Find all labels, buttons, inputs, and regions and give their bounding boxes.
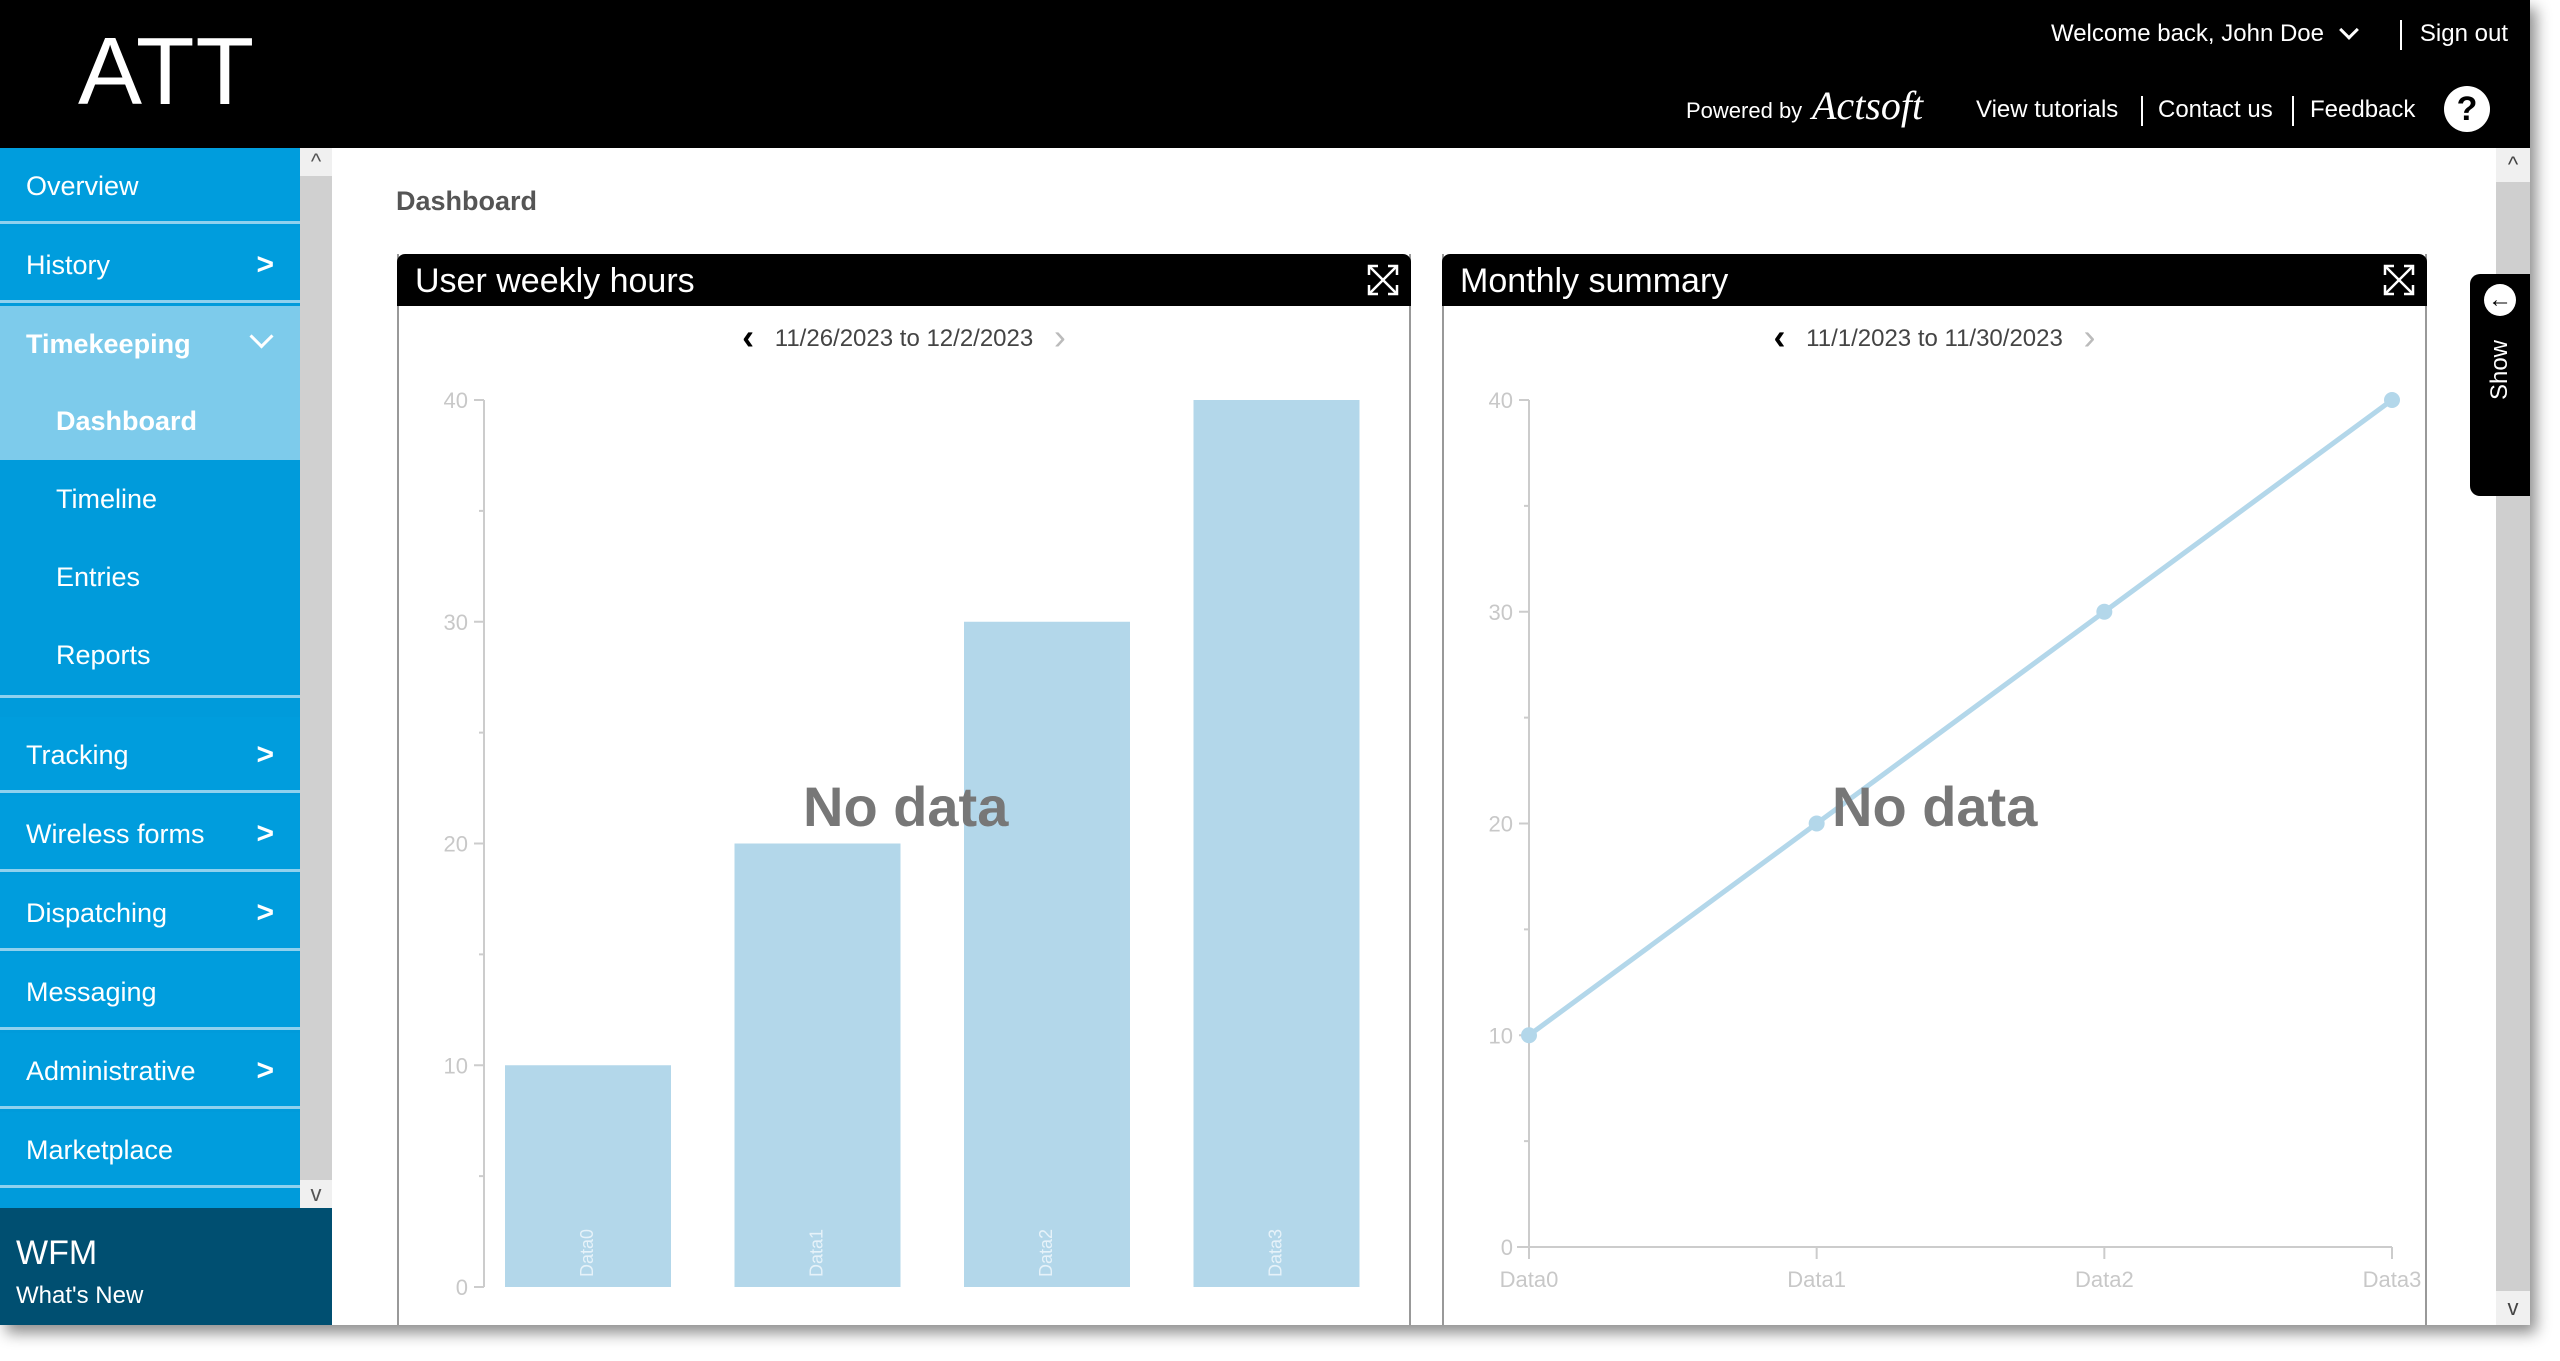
y-tick-label: 20: [1489, 812, 1513, 837]
y-tick-label: 40: [1489, 388, 1513, 413]
sidebar-subitem-entries[interactable]: Entries: [0, 538, 300, 616]
wfm-title: WFM: [16, 1234, 98, 1272]
actsoft-logo: Actsoft: [1812, 83, 1924, 128]
scroll-up-button[interactable]: ^: [300, 148, 332, 176]
y-tick-label: 30: [1489, 600, 1513, 625]
arrow-left-icon: ←: [2484, 284, 2516, 316]
top-bar: ATT Welcome back, John Doe Sign out Powe…: [0, 0, 2530, 148]
chevron-right-icon: >: [256, 738, 274, 771]
sidebar-item-label: Tracking: [26, 740, 129, 770]
y-tick-label: 20: [444, 832, 468, 857]
sidebar-item-tracking[interactable]: Tracking >: [0, 717, 300, 793]
data-point: [2384, 392, 2400, 408]
sidebar-item-label: Reports: [56, 640, 151, 670]
user-weekly-hours-panel: User weekly hours ‹ 11/26/2023 to 12/2/2…: [397, 254, 1411, 1325]
no-data-overlay: No data: [803, 775, 1009, 838]
x-tick-label: Data1: [1787, 1267, 1846, 1292]
chevron-right-icon: >: [256, 896, 274, 929]
view-tutorials-link[interactable]: View tutorials: [1976, 96, 2118, 124]
sidebar-item-label: Timekeeping: [26, 329, 191, 359]
chevron-right-icon: >: [256, 817, 274, 850]
sidebar-subitem-dashboard[interactable]: Dashboard: [0, 382, 300, 460]
sidebar-item-label: Dashboard: [56, 406, 198, 436]
scroll-up-button[interactable]: ^: [2496, 148, 2530, 182]
show-panel-tab[interactable]: ← Show: [2470, 274, 2530, 496]
chevron-right-icon: >: [256, 1054, 274, 1087]
sidebar-item-label: Administrative: [26, 1056, 196, 1086]
sidebar-item-history[interactable]: History >: [0, 227, 300, 303]
user-menu[interactable]: Welcome back, John Doe: [2050, 20, 2359, 48]
divider: [2141, 96, 2143, 126]
app-window: ATT Welcome back, John Doe Sign out Powe…: [0, 0, 2530, 1325]
divider: [2400, 20, 2402, 50]
sidebar-scrollbar[interactable]: ^ v: [300, 148, 332, 1208]
chevron-right-icon: >: [256, 248, 274, 281]
bar: [734, 843, 901, 1287]
sidebar-subitem-timeline[interactable]: Timeline: [0, 460, 300, 538]
y-tick-label: 10: [444, 1053, 468, 1078]
whats-new-panel[interactable]: WFM What's New: [0, 1208, 332, 1325]
sidebar-item-timekeeping[interactable]: Timekeeping: [0, 306, 300, 382]
divider: [2292, 96, 2294, 126]
sidebar-item-label: Overview: [26, 171, 139, 201]
y-tick-label: 0: [1501, 1235, 1513, 1260]
sidebar-item-label: Marketplace: [26, 1135, 174, 1165]
bar: [1193, 400, 1360, 1287]
sidebar-item-label: Wireless forms: [26, 819, 205, 849]
sidebar-item-dispatching[interactable]: Dispatching >: [0, 875, 300, 951]
whats-new-link[interactable]: What's New: [16, 1282, 143, 1310]
logo: ATT: [78, 18, 256, 125]
sign-out-link[interactable]: Sign out: [2420, 20, 2508, 48]
sidebar-item-messaging[interactable]: Messaging: [0, 954, 300, 1030]
x-tick-label: Data3: [2363, 1267, 2422, 1292]
scroll-down-button[interactable]: v: [300, 1180, 332, 1208]
scroll-down-button[interactable]: v: [2496, 1291, 2530, 1325]
x-tick-label: Data0: [1500, 1267, 1559, 1292]
y-tick-label: 30: [444, 610, 468, 635]
feedback-link[interactable]: Feedback: [2310, 96, 2415, 124]
page-title: Dashboard: [396, 186, 538, 216]
powered-by-text: Powered by: [1686, 98, 1803, 123]
y-tick-label: 40: [444, 388, 468, 413]
x-tick-label: Data2: [2075, 1267, 2134, 1292]
y-tick-label: 10: [1489, 1023, 1513, 1048]
show-tab-label: Show: [2486, 339, 2513, 401]
bar-category-label: Data0: [577, 1229, 597, 1277]
bar-category-label: Data2: [1036, 1229, 1056, 1277]
bar-category-label: Data1: [806, 1229, 826, 1277]
monthly-summary-panel: Monthly summary ‹ 11/1/2023 to 11/30/202…: [1442, 254, 2427, 1325]
sidebar-item-wireless-forms[interactable]: Wireless forms >: [0, 796, 300, 872]
welcome-text: Welcome back, John Doe: [2050, 20, 2324, 47]
sidebar-item-label: Messaging: [26, 977, 157, 1007]
sidebar-item-label: History: [26, 250, 111, 280]
chevron-down-icon: [249, 324, 274, 349]
sidebar-item-label: Timeline: [56, 484, 158, 514]
chevron-down-icon: [2339, 20, 2359, 40]
bar: [964, 621, 1130, 1287]
contact-us-link[interactable]: Contact us: [2158, 96, 2273, 124]
sidebar-subitem-reports[interactable]: Reports: [0, 616, 300, 698]
help-icon[interactable]: ?: [2444, 86, 2490, 132]
no-data-overlay: No data: [1832, 775, 2038, 838]
data-point: [2096, 603, 2113, 620]
sidebar-item-label: Dispatching: [26, 898, 168, 928]
sidebar: Overview History > Timekeeping Dashboard…: [0, 148, 300, 1208]
sidebar-item-marketplace[interactable]: Marketplace: [0, 1112, 300, 1188]
data-point: [1808, 815, 1825, 832]
data-point: [1521, 1027, 1537, 1044]
sidebar-item-administrative[interactable]: Administrative >: [0, 1033, 300, 1109]
y-tick-label: 0: [456, 1275, 468, 1300]
series-line: [1527, 397, 2394, 1038]
bar-category-label: Data3: [1265, 1229, 1285, 1277]
sidebar-item-overview[interactable]: Overview: [0, 148, 300, 224]
sidebar-item-label: Entries: [56, 562, 141, 592]
